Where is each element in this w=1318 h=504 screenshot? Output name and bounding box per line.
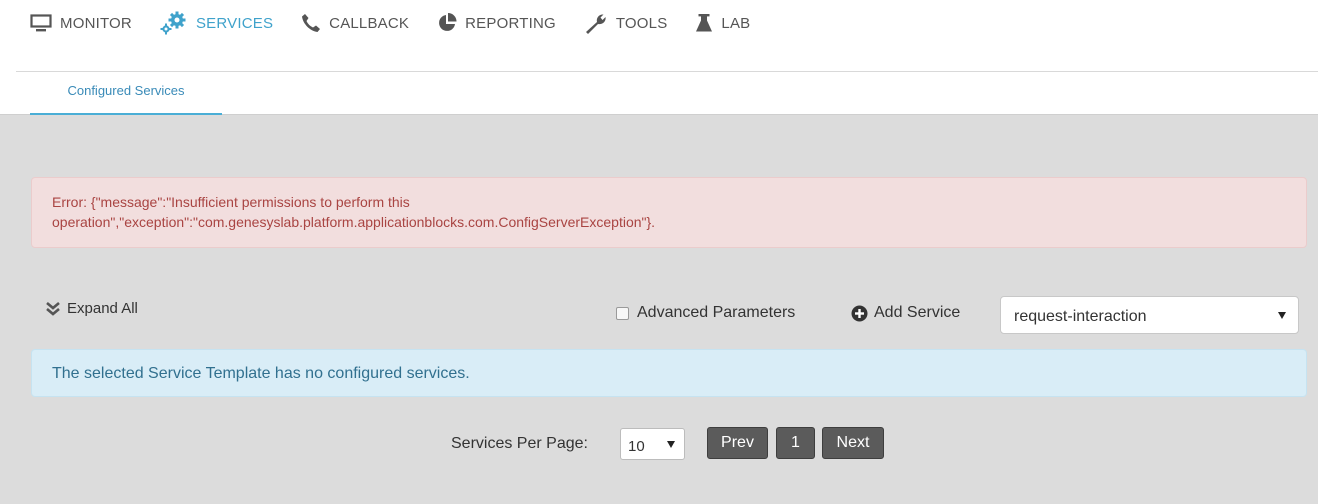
wrench-icon	[584, 12, 608, 34]
sub-tabs: Configured Services	[0, 72, 1318, 116]
nav-item-label: TOOLS	[615, 14, 668, 32]
caret-down-icon	[1278, 312, 1286, 319]
page-1-button[interactable]: 1	[776, 427, 815, 459]
plus-circle-icon	[851, 305, 868, 322]
phone-icon	[301, 13, 321, 33]
per-page-select[interactable]: 10	[620, 428, 685, 460]
expand-all-label: Expand All	[67, 300, 138, 317]
main-panel: Error: {"message":"Insufficient permissi…	[0, 115, 1318, 504]
nav-item-label: LAB	[721, 14, 751, 32]
per-page-value: 10	[628, 438, 645, 455]
services-toolbar: Expand All Advanced Parameters Add Servi…	[31, 295, 1307, 334]
nav-item-label: CALLBACK	[329, 14, 410, 32]
advanced-parameters-label: Advanced Parameters	[637, 304, 796, 321]
top-nav: MONITOR SERVICES CALLBACK REPORTING TOOL…	[0, 0, 1318, 72]
info-alert: The selected Service Template has no con…	[31, 349, 1307, 397]
flask-icon	[695, 13, 713, 33]
monitor-icon	[30, 14, 52, 32]
expand-all-button[interactable]: Expand All	[45, 300, 138, 317]
service-template-select[interactable]: request-interaction	[1000, 296, 1299, 334]
nav-item-services[interactable]: SERVICES	[160, 0, 273, 48]
advanced-parameters-toggle[interactable]: Advanced Parameters	[616, 304, 795, 322]
service-template-value: request-interaction	[1014, 308, 1147, 325]
advanced-parameters-checkbox[interactable]	[616, 306, 629, 320]
nav-item-label: SERVICES	[195, 14, 274, 32]
nav-item-reporting[interactable]: REPORTING	[437, 0, 556, 48]
nav-item-tools[interactable]: TOOLS	[584, 0, 668, 48]
nav-item-label: MONITOR	[60, 14, 132, 32]
double-chevron-down-icon	[45, 301, 61, 317]
prev-page-button[interactable]: Prev	[707, 427, 768, 459]
next-page-button[interactable]: Next	[822, 427, 884, 459]
error-alert: Error: {"message":"Insufficient permissi…	[31, 177, 1307, 248]
gears-icon	[160, 11, 188, 35]
pagination: Services Per Page: 10 Prev 1 Next	[0, 427, 1318, 461]
error-alert-line: operation","exception":"com.genesyslab.p…	[52, 214, 656, 230]
nav-item-label: REPORTING	[465, 14, 556, 32]
add-service-label: Add Service	[874, 304, 961, 321]
error-alert-line: Error: {"message":"Insufficient permissi…	[52, 194, 410, 210]
caret-down-icon	[667, 441, 675, 448]
nav-item-callback[interactable]: CALLBACK	[301, 0, 409, 48]
per-page-label: Services Per Page:	[451, 435, 588, 452]
tab-configured-services[interactable]: Configured Services	[30, 72, 222, 116]
add-service-button[interactable]: Add Service	[851, 304, 960, 322]
nav-item-lab[interactable]: LAB	[695, 0, 750, 48]
pie-chart-icon	[437, 13, 457, 33]
nav-item-monitor[interactable]: MONITOR	[30, 0, 132, 48]
